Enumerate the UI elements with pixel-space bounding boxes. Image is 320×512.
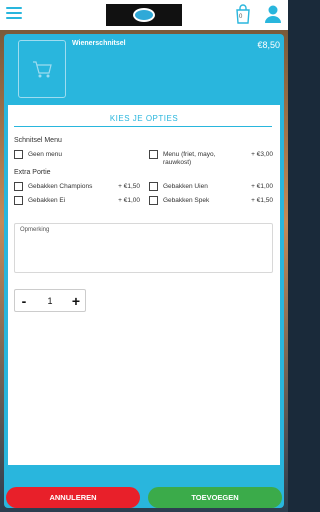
divider [14, 126, 272, 127]
option-price: + €1,50 [251, 197, 273, 204]
option-label: Menu (friet, mayo, rauwkost) [163, 151, 216, 166]
checkbox[interactable] [14, 150, 23, 159]
option-label: Gebakken Champions [28, 183, 93, 190]
section-title: Schnitsel Menu [14, 137, 62, 144]
option-price: + €3,00 [251, 151, 273, 158]
product-price: €8,50 [257, 40, 280, 50]
product-name: Wienerschnitsel [72, 40, 126, 47]
quantity-value[interactable]: 1 [33, 296, 67, 306]
option-price: + €1,50 [118, 183, 140, 190]
checkbox[interactable] [149, 196, 158, 205]
option-gebakken-spek[interactable]: Gebakken Spek + €1,50 [149, 196, 273, 210]
checkbox[interactable] [149, 182, 158, 191]
option-gebakken-champions[interactable]: Gebakken Champions + €1,50 [14, 182, 140, 196]
option-price: + €1,00 [251, 183, 273, 190]
quantity-stepper: - 1 + [14, 289, 86, 312]
cart-count: 0 [239, 14, 243, 20]
checkbox[interactable] [14, 196, 23, 205]
cancel-button[interactable]: ANNULEREN [6, 487, 140, 508]
cart-icon [33, 61, 52, 78]
logo [106, 4, 182, 26]
option-label: Geen menu [28, 151, 62, 158]
product-image-placeholder [18, 40, 66, 98]
shopping-bag-icon[interactable]: 0 [234, 4, 252, 24]
option-label: Gebakken Spek [163, 197, 210, 204]
remark-textarea[interactable]: Opmerking [14, 223, 273, 273]
decrement-button[interactable]: - [15, 293, 33, 309]
section-title: Extra Portie [14, 169, 51, 176]
hamburger-menu-icon[interactable] [6, 7, 22, 21]
option-gebakken-uien[interactable]: Gebakken Uien + €1,00 [149, 182, 273, 196]
add-to-cart-button[interactable]: TOEVOEGEN [148, 487, 282, 508]
option-menu[interactable]: Menu (friet, mayo, rauwkost) + €3,00 [149, 150, 273, 172]
options-title: KIES JE OPTIES [109, 114, 179, 123]
top-bar: 0 [0, 0, 288, 30]
options-panel: KIES JE OPTIES Schnitsel Menu Geen menu … [8, 105, 280, 465]
option-price: + €1,00 [118, 197, 140, 204]
checkbox[interactable] [149, 150, 158, 159]
remark-label: Opmerking [20, 227, 50, 233]
option-label: Gebakken Ei [28, 197, 66, 204]
option-gebakken-ei[interactable]: Gebakken Ei + €1,00 [14, 196, 140, 210]
option-geen-menu[interactable]: Geen menu [14, 150, 140, 164]
user-icon[interactable] [264, 4, 282, 24]
increment-button[interactable]: + [67, 293, 85, 309]
option-label: Gebakken Uien [163, 183, 208, 190]
checkbox[interactable] [14, 182, 23, 191]
